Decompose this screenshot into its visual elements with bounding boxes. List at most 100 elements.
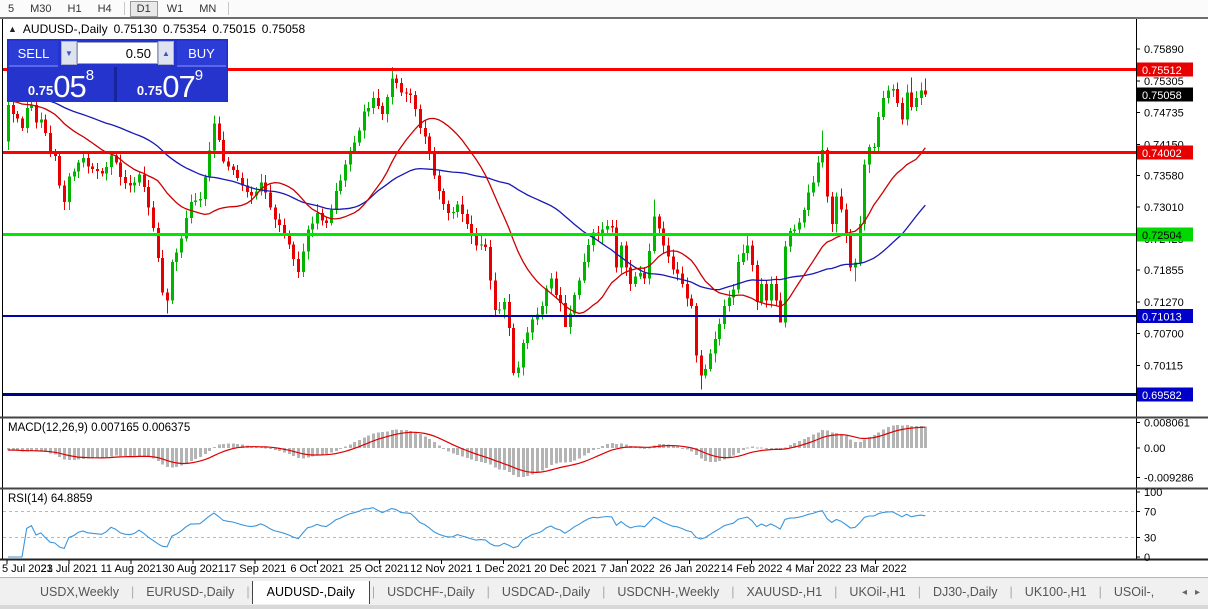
svg-text:26 Jan 2022: 26 Jan 2022 bbox=[659, 563, 720, 575]
chart-tab-dj30-daily[interactable]: DJ30-,Daily bbox=[923, 581, 1008, 603]
svg-text:70: 70 bbox=[1144, 507, 1156, 519]
sell-price-base: 0.75 bbox=[28, 83, 53, 98]
svg-text:0.69582: 0.69582 bbox=[1142, 390, 1182, 402]
tab-divider: | bbox=[370, 585, 377, 599]
ohlc-open: 0.75130 bbox=[114, 22, 157, 36]
tab-divider: | bbox=[129, 585, 136, 599]
chart-tab-usdcad-daily[interactable]: USDCAD-,Daily bbox=[492, 581, 600, 603]
svg-text:17 Sep 2021: 17 Sep 2021 bbox=[224, 563, 286, 575]
sell-price[interactable]: 0.75 05 8 bbox=[8, 67, 114, 102]
tab-divider: | bbox=[1097, 585, 1104, 599]
chart-tab-eurusd-daily[interactable]: EURUSD-,Daily bbox=[136, 581, 244, 603]
svg-text:4 Mar 2022: 4 Mar 2022 bbox=[786, 563, 842, 575]
chart-tab-audusd-daily[interactable]: AUDUSD-,Daily bbox=[252, 581, 370, 604]
tab-divider: | bbox=[1008, 585, 1015, 599]
svg-text:0.75890: 0.75890 bbox=[1144, 44, 1184, 56]
toolbar-divider bbox=[228, 2, 229, 15]
svg-text:12 Nov 2021: 12 Nov 2021 bbox=[410, 563, 472, 575]
svg-text:0.71855: 0.71855 bbox=[1144, 265, 1184, 277]
buy-button[interactable]: BUY bbox=[177, 41, 226, 67]
buy-price-point: 9 bbox=[195, 68, 203, 83]
time-axis: 5 Jul 202123 Jul 202111 Aug 202130 Aug 2… bbox=[2, 560, 907, 575]
chart-tab-xauusd-h1[interactable]: XAUUSD-,H1 bbox=[736, 581, 832, 603]
timeframe-button-W1[interactable]: W1 bbox=[160, 1, 191, 17]
tabs-scroll-right-icon[interactable]: ▸ bbox=[1195, 587, 1200, 598]
window-bottom-edge bbox=[0, 605, 1208, 609]
chart-tab-usoil-h1[interactable]: USOil-,H1 bbox=[1104, 581, 1154, 603]
one-click-trading-panel: SELL ▼ 0.50 ▲ BUY 0.75 05 8 0.75 07 9 bbox=[8, 40, 227, 101]
svg-text:0.74002: 0.74002 bbox=[1142, 148, 1182, 160]
price-badge: 0.72504 bbox=[1137, 228, 1193, 243]
buy-price-pips: 07 bbox=[162, 73, 194, 101]
svg-text:0.72504: 0.72504 bbox=[1142, 230, 1182, 242]
chart-tab-ukoil-h1[interactable]: UKOil-,H1 bbox=[839, 581, 915, 603]
chart-header: ▲ AUDUSD-,Daily 0.75130 0.75354 0.75015 … bbox=[8, 22, 305, 36]
toolbar-separator bbox=[0, 17, 1208, 19]
rsi-label: RSI(14) 64.8859 bbox=[8, 493, 92, 505]
chart-tab-usdchf-daily[interactable]: USDCHF-,Daily bbox=[377, 581, 485, 603]
chart-tab-bar: USDX,Weekly|EURUSD-,Daily|AUDUSD-,Daily|… bbox=[0, 577, 1208, 606]
chevron-down-icon: ▼ bbox=[65, 49, 73, 58]
timeframe-button-H4[interactable]: H4 bbox=[91, 1, 119, 17]
svg-text:11 Aug 2021: 11 Aug 2021 bbox=[101, 563, 162, 575]
volume-input[interactable]: 0.50 bbox=[77, 42, 158, 64]
timeframe-toolbar: 5M30H1H4 D1W1MN bbox=[0, 0, 1208, 17]
chart-tab-usdcnh-weekly[interactable]: USDCNH-,Weekly bbox=[607, 581, 729, 603]
chevron-up-icon: ▲ bbox=[162, 49, 170, 58]
svg-text:23 Mar 2022: 23 Mar 2022 bbox=[845, 563, 907, 575]
svg-text:0.71013: 0.71013 bbox=[1142, 312, 1182, 324]
svg-text:7 Jan 2022: 7 Jan 2022 bbox=[600, 563, 654, 575]
buy-price-base: 0.75 bbox=[137, 83, 162, 98]
svg-text:0.70115: 0.70115 bbox=[1144, 360, 1183, 372]
volume-decrease-button[interactable]: ▼ bbox=[61, 41, 77, 65]
collapse-arrow-icon[interactable]: ▲ bbox=[8, 24, 17, 34]
svg-text:0.75512: 0.75512 bbox=[1142, 65, 1182, 77]
price-badge: 0.75058 bbox=[1137, 88, 1193, 103]
svg-text:0.71270: 0.71270 bbox=[1144, 297, 1184, 309]
timeframe-button-H1[interactable]: H1 bbox=[61, 1, 89, 17]
symbol-title: AUDUSD-,Daily bbox=[23, 22, 108, 36]
svg-text:0.75058: 0.75058 bbox=[1142, 90, 1182, 102]
svg-text:1 Dec 2021: 1 Dec 2021 bbox=[475, 563, 531, 575]
ohlc-close: 0.75058 bbox=[262, 22, 305, 36]
price-badge: 0.71013 bbox=[1137, 309, 1193, 324]
volume-increase-button[interactable]: ▲ bbox=[158, 41, 174, 65]
svg-text:0.70700: 0.70700 bbox=[1144, 328, 1184, 340]
buy-price[interactable]: 0.75 07 9 bbox=[114, 67, 223, 102]
svg-text:-0.009286: -0.009286 bbox=[1144, 472, 1194, 484]
svg-text:0.008061: 0.008061 bbox=[1144, 417, 1190, 429]
svg-text:30: 30 bbox=[1144, 533, 1156, 545]
tab-divider: | bbox=[916, 585, 923, 599]
chart-tab-uk100-h1[interactable]: UK100-,H1 bbox=[1015, 581, 1097, 603]
ohlc-high: 0.75354 bbox=[163, 22, 206, 36]
price-badge: 0.74002 bbox=[1137, 145, 1193, 160]
svg-text:20 Dec 2021: 20 Dec 2021 bbox=[534, 563, 596, 575]
svg-text:0.74735: 0.74735 bbox=[1144, 107, 1184, 119]
svg-text:30 Aug 2021: 30 Aug 2021 bbox=[162, 563, 224, 575]
tab-divider: | bbox=[832, 585, 839, 599]
tab-divider: | bbox=[485, 585, 492, 599]
svg-text:0.73010: 0.73010 bbox=[1144, 202, 1184, 214]
svg-text:0.00: 0.00 bbox=[1144, 443, 1165, 455]
timeframe-button-D1[interactable]: D1 bbox=[130, 1, 158, 17]
svg-text:0.75305: 0.75305 bbox=[1144, 76, 1184, 88]
price-badge: 0.69582 bbox=[1137, 388, 1193, 403]
ohlc-low: 0.75015 bbox=[212, 22, 255, 36]
tab-divider: | bbox=[729, 585, 736, 599]
svg-text:6 Oct 2021: 6 Oct 2021 bbox=[290, 563, 344, 575]
svg-text:25 Oct 2021: 25 Oct 2021 bbox=[349, 563, 409, 575]
sell-button[interactable]: SELL bbox=[9, 41, 58, 67]
svg-text:0.73580: 0.73580 bbox=[1144, 171, 1184, 183]
tab-strip: USDX,Weekly|EURUSD-,Daily|AUDUSD-,Daily|… bbox=[0, 581, 1154, 604]
timeframe-button-MN[interactable]: MN bbox=[192, 1, 223, 17]
chart-tab-usdx-weekly[interactable]: USDX,Weekly bbox=[30, 581, 129, 603]
svg-text:0: 0 bbox=[1144, 552, 1150, 564]
tabs-scroll-left-icon[interactable]: ◂ bbox=[1182, 587, 1187, 598]
svg-text:100: 100 bbox=[1144, 487, 1162, 499]
price-badge: 0.75512 bbox=[1137, 63, 1193, 77]
tab-divider: | bbox=[600, 585, 607, 599]
sell-price-point: 8 bbox=[86, 68, 94, 83]
svg-text:23 Jul 2021: 23 Jul 2021 bbox=[41, 563, 98, 575]
timeframe-button-5[interactable]: 5 bbox=[1, 1, 21, 17]
timeframe-button-M30[interactable]: M30 bbox=[23, 1, 58, 17]
